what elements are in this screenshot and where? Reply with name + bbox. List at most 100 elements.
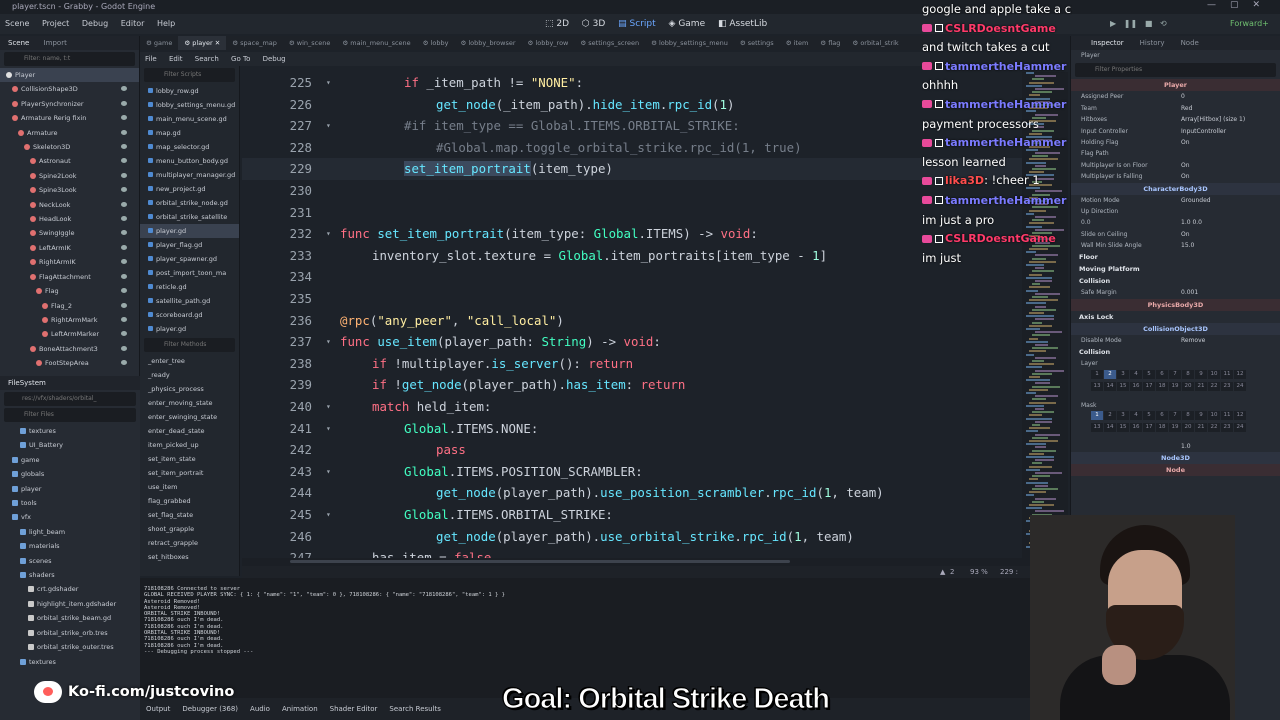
collision-layer-cell[interactable]: 1 xyxy=(1091,369,1103,379)
collision-layer-cell[interactable]: 24 xyxy=(1234,381,1246,391)
script-list-item[interactable]: player_flag.gd xyxy=(140,238,239,252)
workspace-script[interactable]: ▤ Script xyxy=(613,14,660,34)
filesystem-item[interactable]: crt.gdshader xyxy=(0,582,140,596)
priority-value[interactable]: 1.0 xyxy=(1181,441,1191,452)
collision-layer-cell[interactable]: 4 xyxy=(1130,369,1142,379)
collision-layer-cell[interactable]: 15 xyxy=(1117,381,1129,391)
collision-layer-cell[interactable]: 23 xyxy=(1221,381,1233,391)
property-group-collision[interactable]: Collision xyxy=(1071,346,1280,358)
collision-mask-cell[interactable]: 17 xyxy=(1143,423,1155,433)
remote-icon[interactable]: ⟲ xyxy=(1160,19,1167,28)
warning-icon[interactable]: ▲ xyxy=(940,566,945,578)
collision-layer-cell[interactable]: 22 xyxy=(1208,381,1220,391)
script-tab[interactable]: ⚙ lobby_browser xyxy=(454,36,521,50)
visibility-eye-icon[interactable] xyxy=(121,316,127,322)
property-row[interactable]: Input Controller InputController xyxy=(1071,126,1280,137)
collision-mask-cell[interactable]: 1 xyxy=(1091,411,1103,421)
fold-arrow-icon[interactable]: ▾ xyxy=(326,504,331,526)
code-line[interactable]: 226 get_node(_item_path).hide_item.rpc_id… xyxy=(242,94,1022,116)
script-list-item[interactable]: player.gd xyxy=(140,224,239,238)
code-line[interactable]: 227 ▾ #if item_type == Global.ITEMS.ORBITA… xyxy=(242,115,1022,137)
visibility-eye-icon[interactable] xyxy=(121,172,127,178)
code-line[interactable]: 247 has_item = false xyxy=(242,547,1022,558)
visibility-eye-icon[interactable] xyxy=(121,345,127,351)
collision-layer-cell[interactable]: 17 xyxy=(1143,381,1155,391)
filesystem-item[interactable]: shaders xyxy=(0,568,140,582)
fold-arrow-icon[interactable]: ▾ xyxy=(326,461,331,483)
property-row[interactable]: Motion Mode Grounded xyxy=(1071,195,1280,206)
collision-mask-cell[interactable]: 18 xyxy=(1156,423,1168,433)
script-menu-search[interactable]: Search xyxy=(190,52,224,66)
filesystem-item[interactable]: highlight_item.gdshader xyxy=(0,597,140,611)
inspector-tab[interactable]: History xyxy=(1140,36,1165,50)
scene-tree-node[interactable]: Spine2Look xyxy=(0,169,139,183)
script-list-item[interactable]: main_menu_scene.gd xyxy=(140,112,239,126)
method-list-item[interactable]: shoot_grapple xyxy=(140,522,239,536)
script-tab[interactable]: ⚙ lobby_row xyxy=(522,36,575,50)
code-line[interactable]: 240 ▾ match held_item: xyxy=(242,396,1022,418)
code-line[interactable]: 243 ▾ Global.ITEMS.POSITION_SCRAMBLER: xyxy=(242,461,1022,483)
script-list-item[interactable]: lobby_row.gd xyxy=(140,84,239,98)
close-icon[interactable]: ✕ xyxy=(213,39,220,47)
menu-help[interactable]: Help xyxy=(152,14,180,34)
script-list-item[interactable]: multiplayer_manager.gd xyxy=(140,168,239,182)
collision-layer-cell[interactable]: 8 xyxy=(1182,369,1194,379)
scene-tree-node[interactable]: CollisionShape3D xyxy=(0,82,139,96)
window-controls[interactable]: —▢✕ xyxy=(1207,0,1274,10)
method-list-item[interactable]: enter_swinging_state xyxy=(140,410,239,424)
property-value[interactable]: On xyxy=(1181,171,1190,182)
bottom-tab[interactable]: Animation xyxy=(276,698,324,720)
bottom-tab[interactable]: Search Results xyxy=(383,698,447,720)
script-list-item[interactable]: new_project.gd xyxy=(140,182,239,196)
property-group-axis-lock[interactable]: Axis Lock xyxy=(1071,311,1280,323)
scene-tree-node[interactable]: Player xyxy=(0,68,139,83)
property-value[interactable]: On xyxy=(1181,137,1190,148)
script-tab[interactable]: ⚙ win_scene xyxy=(283,36,336,50)
workspace-game[interactable]: ◈ Game xyxy=(664,14,711,34)
visibility-eye-icon[interactable] xyxy=(121,360,127,366)
method-list-item[interactable]: flag_grabbed xyxy=(140,494,239,508)
filesystem-item[interactable]: orbital_strike_outer.tres xyxy=(0,640,140,654)
visibility-eye-icon[interactable] xyxy=(121,129,127,135)
collision-layer-cell[interactable]: 3 xyxy=(1117,369,1129,379)
filesystem-path[interactable]: res://vfx/shaders/orbital_ xyxy=(4,392,136,406)
priority-row[interactable]: 1.0 xyxy=(1071,441,1280,452)
code-line[interactable]: 225 ▾ if _item_path != "NONE": xyxy=(242,72,1022,94)
collision-mask-cell[interactable]: 19 xyxy=(1169,423,1181,433)
code-line[interactable]: 231 xyxy=(242,202,1022,224)
filesystem-item[interactable]: player xyxy=(0,482,140,496)
property-row[interactable]: Up Direction xyxy=(1071,206,1280,217)
scene-tree-node[interactable]: Skeleton3D xyxy=(0,140,139,154)
code-line[interactable]: 241 ▾ Global.ITEMS.NONE: xyxy=(242,418,1022,440)
property-row[interactable]: Team Red xyxy=(1071,103,1280,114)
tab-import[interactable]: Import xyxy=(44,36,67,50)
property-value[interactable]: Grounded xyxy=(1181,195,1211,206)
property-value[interactable]: 15.0 xyxy=(1181,240,1194,251)
menu-debug[interactable]: Debug xyxy=(77,14,113,34)
script-tab[interactable]: ⚙ main_menu_scene xyxy=(336,36,416,50)
filesystem-filter-input[interactable]: Filter Files xyxy=(4,408,136,422)
property-value[interactable]: Remove xyxy=(1181,335,1205,346)
script-list-item[interactable]: lobby_settings_menu.gd xyxy=(140,98,239,112)
code-line[interactable]: 228 #Global.map.toggle_orbital_strike.rpc… xyxy=(242,137,1022,159)
play-icon[interactable]: ▶ xyxy=(1110,19,1116,28)
property-group[interactable]: Moving Platform xyxy=(1071,263,1280,275)
code-line[interactable]: 237 ▾ func use_item(player_path: String) -… xyxy=(242,331,1022,353)
script-tab[interactable]: ⚙ game xyxy=(140,36,178,50)
script-filter-input[interactable]: Filter Scripts xyxy=(144,68,235,82)
script-tab[interactable]: ⚙ settings xyxy=(734,36,780,50)
property-value[interactable]: 0 xyxy=(1181,91,1185,102)
collision-mask-cell[interactable]: 21 xyxy=(1195,423,1207,433)
collision-layer-cell[interactable]: 10 xyxy=(1208,369,1220,379)
scene-tree-node[interactable]: SwingIggle xyxy=(0,226,139,240)
collision-layer-cell[interactable]: 20 xyxy=(1182,381,1194,391)
script-tab[interactable]: ⚙ settings_screen xyxy=(574,36,645,50)
fold-arrow-icon[interactable]: ▾ xyxy=(326,72,331,94)
menu-editor[interactable]: Editor xyxy=(116,14,150,34)
visibility-eye-icon[interactable] xyxy=(121,288,127,294)
visibility-eye-icon[interactable] xyxy=(121,144,127,150)
collision-layer-cell[interactable]: 18 xyxy=(1156,381,1168,391)
workspace-3d[interactable]: ⬡ 3D xyxy=(577,14,610,34)
collision-mask-cell[interactable]: 20 xyxy=(1182,423,1194,433)
code-line[interactable]: 236 @rpc("any_peer", "call_local") xyxy=(242,310,1022,332)
